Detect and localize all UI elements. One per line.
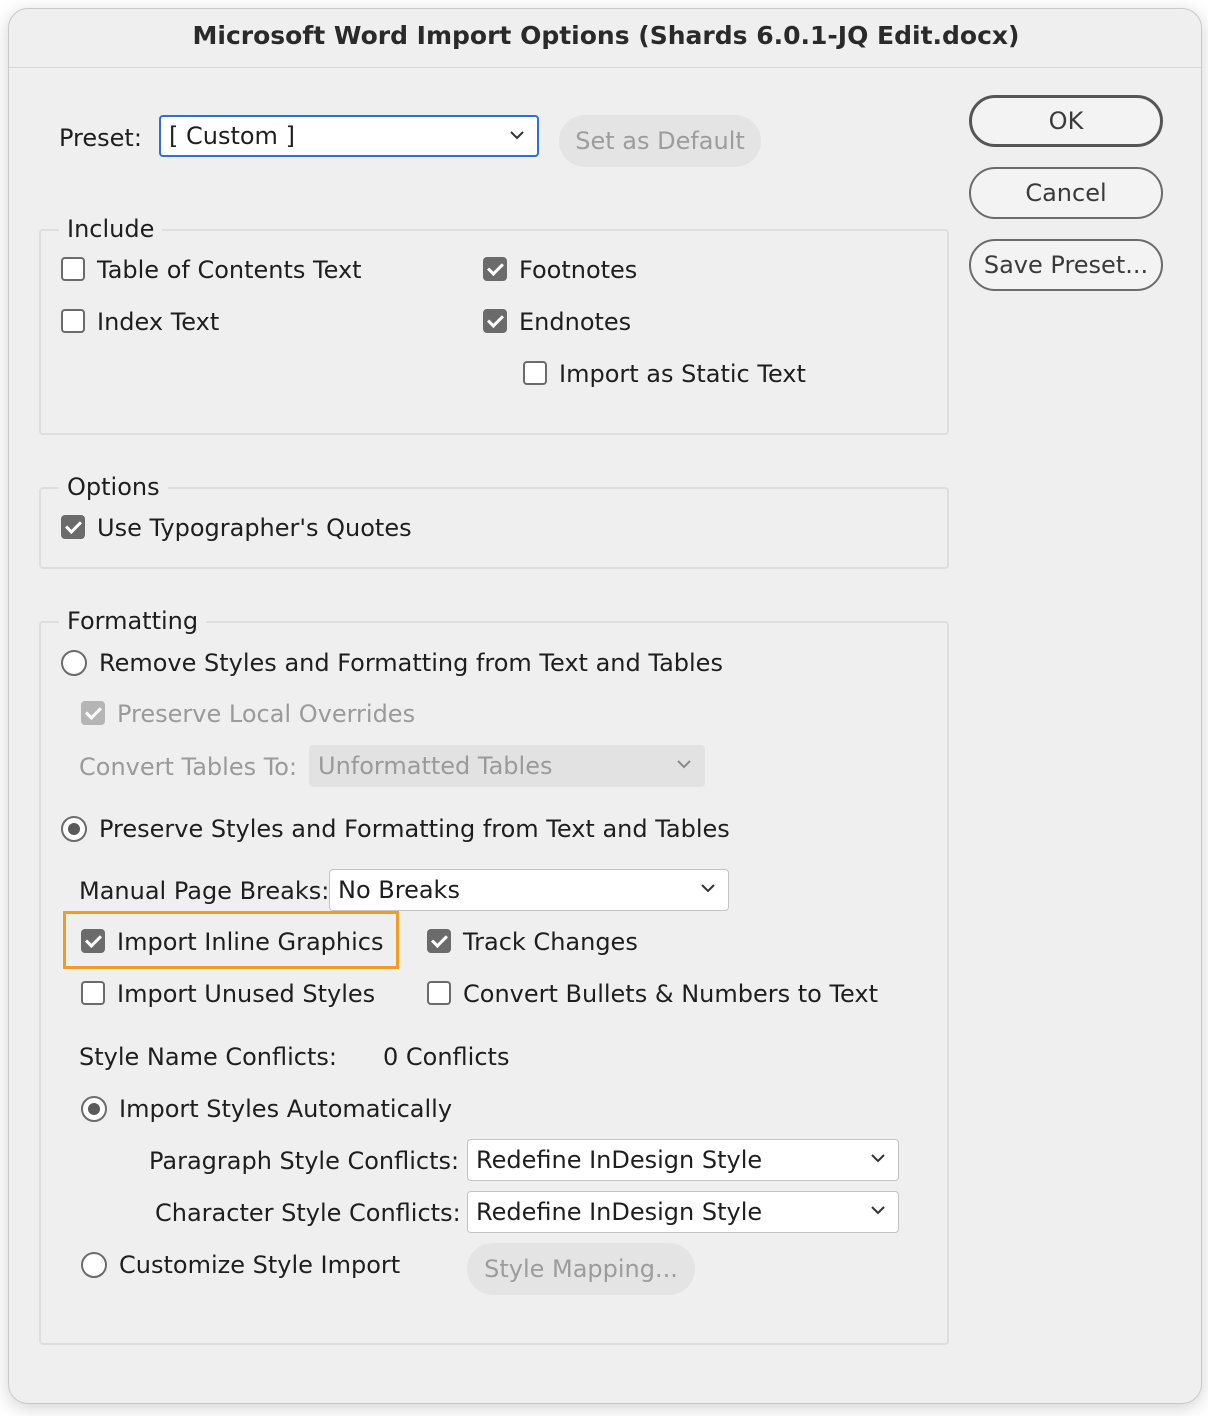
chevron-down-icon: [701, 884, 715, 893]
character-conflicts-label: Character Style Conflicts:: [155, 1199, 461, 1227]
cancel-button[interactable]: Cancel: [969, 167, 1163, 219]
page-breaks-select[interactable]: No Breaks: [329, 869, 729, 911]
include-legend: Include: [59, 214, 163, 244]
customize-style-import-radio[interactable]: [81, 1252, 107, 1278]
customize-style-import-label: Customize Style Import: [119, 1251, 401, 1279]
chevron-down-icon: [677, 760, 691, 769]
preserve-local-overrides-label: Preserve Local Overrides: [117, 700, 416, 728]
convert-tables-value: Unformatted Tables: [318, 752, 553, 780]
preserve-local-overrides-checkbox[interactable]: [81, 701, 105, 725]
import-styles-automatically-radio[interactable]: [81, 1096, 107, 1122]
preset-select[interactable]: [ Custom ]: [159, 115, 539, 157]
formatting-legend: Formatting: [59, 606, 207, 636]
import-unused-styles-checkbox[interactable]: [81, 981, 105, 1005]
index-text-checkbox[interactable]: [61, 309, 85, 333]
chevron-down-icon: [871, 1206, 885, 1215]
remove-styles-label: Remove Styles and Formatting from Text a…: [99, 649, 723, 677]
import-options-dialog: Microsoft Word Import Options (Shards 6.…: [8, 8, 1202, 1404]
dialog-title: Microsoft Word Import Options (Shards 6.…: [192, 21, 1020, 50]
preset-label: Preset:: [59, 124, 142, 152]
character-conflicts-value: Redefine InDesign Style: [476, 1198, 763, 1226]
style-name-conflicts-label: Style Name Conflicts:: [79, 1043, 337, 1071]
toc-text-checkbox[interactable]: [61, 257, 85, 281]
chevron-down-icon: [510, 131, 524, 140]
endnotes-label: Endnotes: [519, 308, 632, 336]
remove-styles-radio[interactable]: [61, 650, 87, 676]
convert-tables-select[interactable]: Unformatted Tables: [309, 745, 705, 787]
track-changes-label: Track Changes: [463, 928, 638, 956]
save-preset-button[interactable]: Save Preset...: [969, 239, 1163, 291]
toc-text-label: Table of Contents Text: [97, 256, 362, 284]
character-conflicts-select[interactable]: Redefine InDesign Style: [467, 1191, 899, 1233]
typographers-quotes-checkbox[interactable]: [61, 515, 85, 539]
footnotes-label: Footnotes: [519, 256, 638, 284]
track-changes-checkbox[interactable]: [427, 929, 451, 953]
page-breaks-value: No Breaks: [338, 876, 460, 904]
index-text-label: Index Text: [97, 308, 220, 336]
footnotes-checkbox[interactable]: [483, 257, 507, 281]
typographers-quotes-label: Use Typographer's Quotes: [97, 514, 412, 542]
style-name-conflicts-value: 0 Conflicts: [383, 1043, 510, 1071]
import-inline-graphics-checkbox[interactable]: [81, 929, 105, 953]
options-legend: Options: [59, 472, 168, 502]
chevron-down-icon: [871, 1154, 885, 1163]
import-styles-automatically-label: Import Styles Automatically: [119, 1095, 453, 1123]
paragraph-conflicts-label: Paragraph Style Conflicts:: [149, 1147, 460, 1175]
convert-tables-label: Convert Tables To:: [79, 753, 298, 781]
title-bar: Microsoft Word Import Options (Shards 6.…: [9, 9, 1201, 68]
import-static-text-label: Import as Static Text: [559, 360, 806, 388]
convert-bullets-label: Convert Bullets & Numbers to Text: [463, 980, 878, 1008]
paragraph-conflicts-select[interactable]: Redefine InDesign Style: [467, 1139, 899, 1181]
preset-value: [ Custom ]: [169, 122, 295, 150]
paragraph-conflicts-value: Redefine InDesign Style: [476, 1146, 763, 1174]
import-unused-styles-label: Import Unused Styles: [117, 980, 376, 1008]
import-inline-graphics-label: Import Inline Graphics: [117, 928, 384, 956]
convert-bullets-checkbox[interactable]: [427, 981, 451, 1005]
ok-button[interactable]: OK: [969, 95, 1163, 147]
set-as-default-button[interactable]: Set as Default: [559, 115, 761, 167]
endnotes-checkbox[interactable]: [483, 309, 507, 333]
preserve-styles-radio[interactable]: [61, 816, 87, 842]
style-mapping-button[interactable]: Style Mapping...: [467, 1243, 695, 1295]
page-breaks-label: Manual Page Breaks:: [79, 877, 330, 905]
preserve-styles-label: Preserve Styles and Formatting from Text…: [99, 815, 730, 843]
import-static-text-checkbox[interactable]: [523, 361, 547, 385]
